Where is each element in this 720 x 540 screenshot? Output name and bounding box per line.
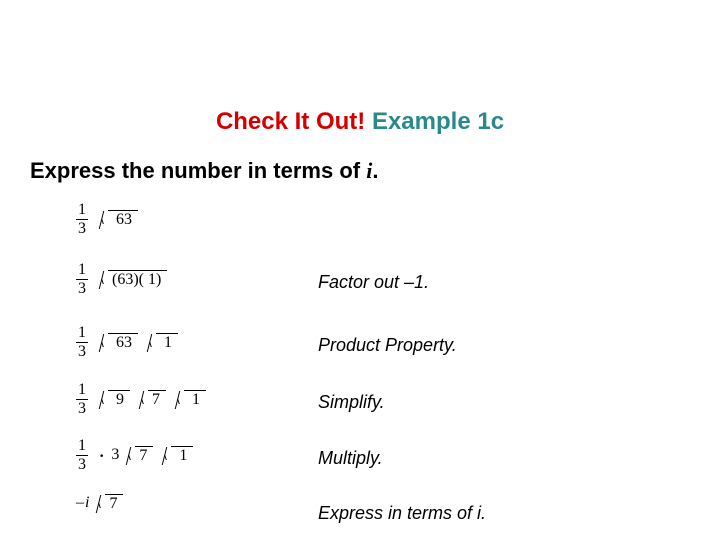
step-2-explain: Factor out –1.	[318, 272, 429, 293]
step-4-math: 13 9 7 1	[76, 382, 208, 417]
sqrt-icon: 7	[125, 446, 153, 465]
step-4-explain: Simplify.	[318, 392, 385, 413]
sqrt-icon: 7	[138, 390, 166, 409]
step-2-math: 13 (63)( 1)	[76, 262, 169, 297]
sqrt-icon: 7	[95, 494, 123, 513]
step-6-math: –i 7	[76, 494, 125, 513]
fraction: 13	[76, 382, 88, 417]
sqrt-icon: 9	[98, 390, 130, 409]
step-1-math: 13 63	[76, 202, 140, 237]
sqrt-icon: 1	[146, 333, 178, 352]
coef: 3	[111, 446, 119, 463]
fraction: 13	[76, 262, 88, 297]
prompt-line: Express the number in terms of i.	[30, 158, 378, 184]
fraction: 13	[76, 325, 88, 360]
sqrt-icon: 63	[98, 210, 138, 229]
step-5-math: 13 · 3 7 1	[76, 438, 195, 473]
title-red: Check It Out!	[216, 108, 365, 135]
sqrt-icon: (63)( 1)	[98, 270, 167, 289]
prompt-a: Express the number in terms of	[30, 158, 366, 183]
fraction: 13	[76, 202, 88, 237]
title-teal: Example 1c	[372, 108, 504, 135]
sqrt-icon: 1	[174, 390, 206, 409]
step-3-math: 13 63 1	[76, 325, 180, 360]
fraction: 13	[76, 438, 88, 473]
i-symbol: i	[85, 494, 89, 511]
slide-title: Check It Out! Example 1c	[0, 108, 720, 136]
sqrt-icon: 1	[161, 446, 193, 465]
prompt-b: .	[372, 158, 378, 183]
sqrt-icon: 63	[98, 333, 138, 352]
step-3-explain: Product Property.	[318, 335, 457, 356]
minus-sign: –	[76, 494, 85, 511]
step-5-explain: Multiply.	[318, 448, 383, 469]
step-6-explain: Express in terms of i.	[318, 503, 486, 524]
